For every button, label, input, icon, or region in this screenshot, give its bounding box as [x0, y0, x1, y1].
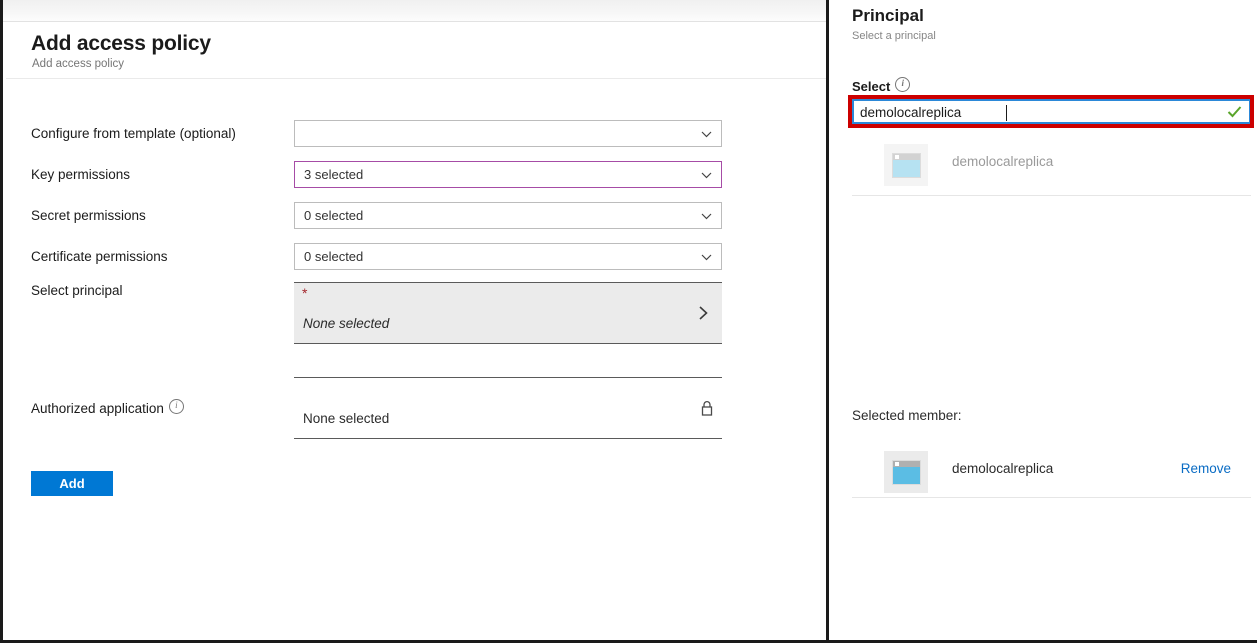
select-principal-value: None selected [303, 316, 390, 331]
principal-subtitle: Select a principal [852, 30, 936, 42]
configure-from-template-dropdown[interactable] [294, 120, 722, 147]
header-divider [6, 78, 826, 79]
screen-root: Add access policy Add access policy Conf… [0, 0, 1257, 643]
label-key-permissions: Key permissions [31, 167, 131, 182]
search-result-item[interactable]: demolocalreplica [852, 141, 1251, 188]
label-configure-from-template: Configure from template (optional) [31, 126, 236, 141]
chevron-down-icon [701, 252, 712, 263]
select-label: Select [852, 76, 911, 94]
label-select-principal: Select principal [31, 283, 123, 298]
window-dot [894, 154, 899, 159]
select-principal-picker[interactable]: * None selected [294, 282, 722, 344]
required-asterisk: * [302, 285, 308, 301]
remove-member-link[interactable]: Remove [1181, 461, 1231, 476]
selected-member-name: demolocalreplica [952, 461, 1054, 476]
top-ambient-band [3, 0, 826, 22]
add-button[interactable]: Add [31, 471, 113, 496]
window-icon [891, 152, 921, 178]
selected-member-item: demolocalreplica Remove [852, 448, 1251, 495]
authorized-application-field: None selected [294, 377, 722, 439]
label-authorized-application: Authorized application [31, 398, 184, 416]
key-permissions-value: 3 selected [304, 167, 364, 182]
selected-member-label: Selected member: [852, 408, 962, 423]
principal-blade: Principal Select a principal Select demo… [829, 0, 1257, 640]
result-divider [852, 195, 1251, 196]
info-icon[interactable] [895, 76, 911, 92]
text-caret [1006, 105, 1007, 121]
selected-member-divider [852, 497, 1251, 498]
authorized-application-value: None selected [303, 411, 390, 426]
page-subtitle: Add access policy [32, 58, 125, 70]
chevron-down-icon [701, 129, 712, 140]
secret-permissions-value: 0 selected [304, 208, 364, 223]
lock-icon [700, 400, 714, 417]
page-title: Add access policy [31, 32, 211, 55]
principal-title: Principal [852, 6, 924, 25]
app-icon [884, 144, 928, 186]
app-icon [884, 451, 928, 493]
checkmark-icon [1227, 105, 1242, 119]
info-icon[interactable] [168, 398, 184, 414]
chevron-down-icon [701, 211, 712, 222]
label-secret-permissions: Secret permissions [31, 208, 146, 223]
certificate-permissions-dropdown[interactable]: 0 selected [294, 243, 722, 270]
window-dot [894, 461, 899, 466]
select-label-text: Select [852, 79, 891, 94]
search-input[interactable] [860, 103, 1200, 122]
label-authorized-application-text: Authorized application [31, 401, 164, 416]
chevron-right-icon [697, 305, 710, 321]
label-certificate-permissions: Certificate permissions [31, 249, 168, 264]
key-permissions-dropdown[interactable]: 3 selected [294, 161, 722, 188]
chevron-down-icon [701, 170, 712, 181]
add-access-policy-blade: Add access policy Add access policy Conf… [6, 22, 826, 640]
blade-header: Add access policy Add access policy [6, 22, 826, 74]
window-icon [891, 459, 921, 485]
principal-search-box[interactable] [852, 99, 1251, 124]
certificate-permissions-value: 0 selected [304, 249, 364, 264]
search-result-name: demolocalreplica [952, 154, 1054, 169]
secret-permissions-dropdown[interactable]: 0 selected [294, 202, 722, 229]
